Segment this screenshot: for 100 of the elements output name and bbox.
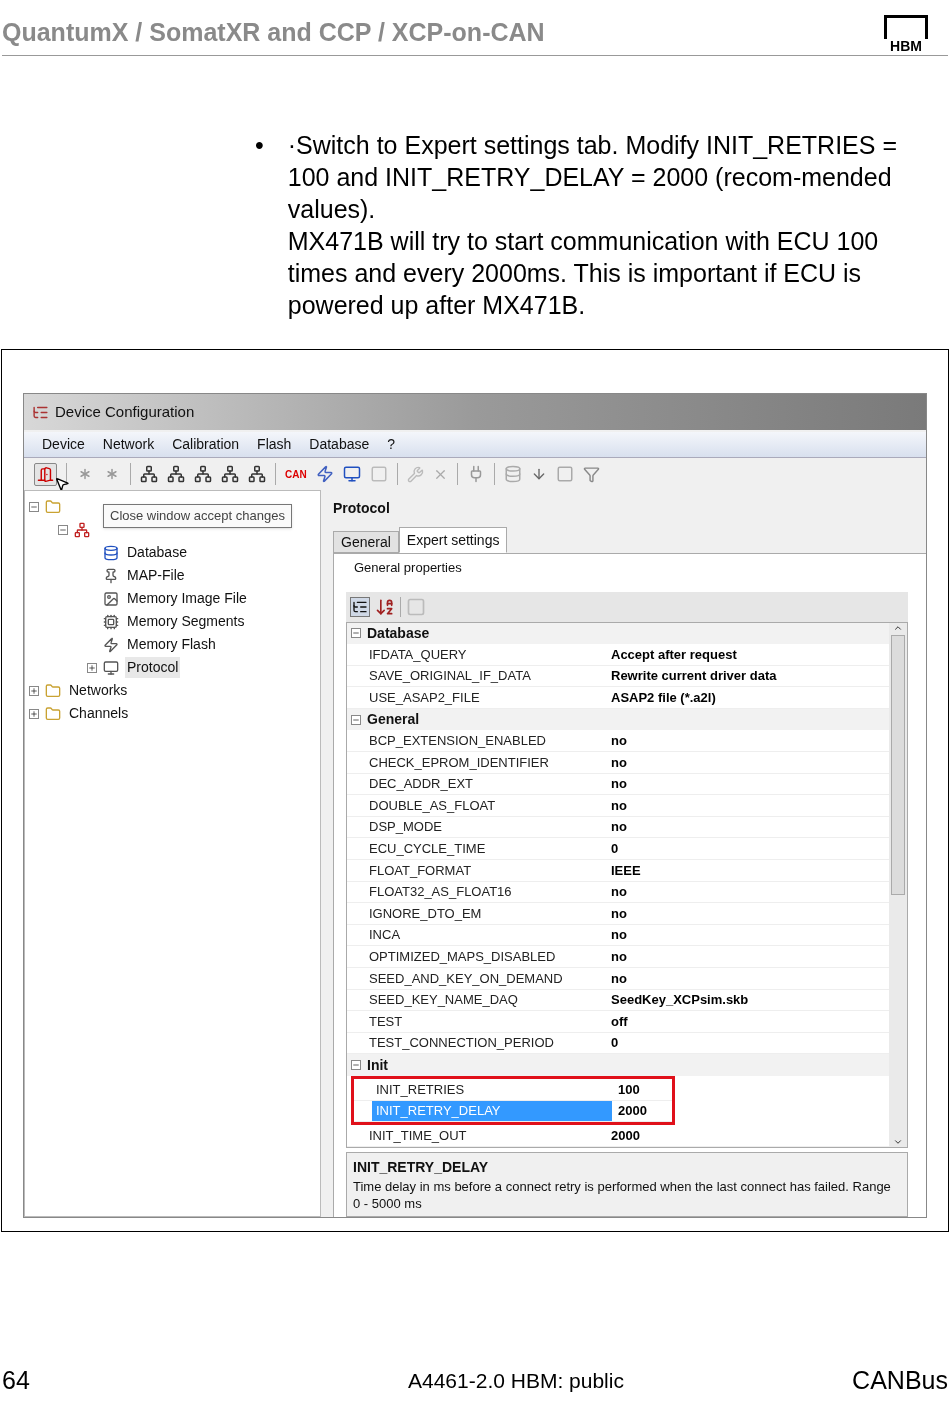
property-name[interactable]: INIT_RETRIES [372,1078,612,1100]
categorized-button[interactable] [350,596,370,617]
property-name[interactable]: SEED_AND_KEY_ON_DEMAND [365,968,605,989]
property-value[interactable]: no [605,946,627,967]
tab[interactable]: General [333,531,399,553]
tree-item[interactable]: Memory Image File [125,588,249,609]
image-icon [103,590,119,607]
category-label: General [367,710,420,730]
tree-item[interactable]: MAP-File [125,565,187,586]
property-value[interactable]: no [605,731,627,751]
menu-item[interactable]: Flash [257,434,292,455]
collapse-icon[interactable] [29,501,39,512]
property-name[interactable]: TEST [365,1011,605,1032]
property-name[interactable]: DOUBLE_AS_FLOAT [365,795,605,816]
tree-item[interactable]: Memory Flash [125,634,218,655]
menu-item[interactable]: ? [387,434,396,455]
property-value[interactable]: 100 [612,1079,640,1099]
network-icon[interactable] [194,465,212,483]
tree-item[interactable]: Memory Segments [125,611,247,632]
property-name[interactable]: ECU_CYCLE_TIME [365,838,605,860]
property-value[interactable]: Rewrite current driver data [605,666,777,686]
property-name[interactable]: BCP_EXTENSION_ENABLED [365,730,605,752]
expand-icon[interactable] [29,685,39,696]
expand-icon[interactable] [29,708,39,719]
section-name: CANBus [852,1365,948,1396]
property-value[interactable]: off [605,1011,628,1032]
property-value[interactable]: no [605,817,627,837]
monitor-icon [103,659,119,676]
property-value[interactable]: 2000 [612,1101,647,1121]
group-title: General properties [354,559,463,577]
property-value[interactable]: no [605,925,627,945]
database-icon [103,544,119,561]
category-label: Init [367,1055,388,1075]
property-name[interactable]: SAVE_ORIGINAL_IF_DATA [365,665,605,687]
network-icon[interactable] [167,465,185,483]
folder-icon [45,498,61,515]
collapse-icon[interactable] [351,1060,361,1071]
property-name[interactable]: TEST_CONNECTION_PERIOD [365,1032,605,1054]
property-value[interactable]: no [605,903,627,924]
property-value[interactable]: ASAP2 file (*.a2l) [605,687,716,708]
tree-item[interactable]: Database [125,542,189,563]
monitor-icon[interactable] [342,465,361,483]
property-value[interactable]: SeedKey_XCPsim.skb [605,990,749,1010]
expand-icon[interactable] [87,662,97,673]
property-value[interactable]: 0 [605,1033,619,1053]
property-name[interactable]: USE_ASAP2_FILE [365,687,605,708]
property-value[interactable]: no [605,774,627,794]
menu-item[interactable]: Device [42,434,85,455]
menu-item[interactable]: Database [309,434,370,455]
network-icon[interactable] [140,465,158,483]
property-value[interactable]: no [605,795,627,816]
header-title: QuantumX / SomatXR and CCP / XCP-on-CAN [2,16,545,48]
property-value[interactable]: Accept after request [605,644,737,665]
property-name[interactable]: FLOAT_FORMAT [365,860,605,881]
network-icon[interactable] [221,465,239,483]
property-name[interactable]: INCA [365,924,605,946]
network-icon [74,521,90,538]
pin-icon [103,567,119,584]
property-name[interactable]: IFDATA_QUERY [365,644,605,665]
tree-item[interactable]: Protocol [125,657,181,678]
document-id: A4461-2.0 HBM: public [408,1368,624,1394]
property-value[interactable]: no [605,882,627,902]
tree-item[interactable]: Channels [67,703,131,724]
tab[interactable]: Expert settings [398,527,508,553]
property-name[interactable]: SEED_KEY_NAME_DAQ [365,989,605,1011]
collapse-icon[interactable] [351,628,361,639]
tooltip: Close window accept changes [103,504,292,528]
property-value[interactable]: 2000 [605,1125,640,1146]
description-text: Time delay in ms before a connect retry is performed when the last connect has failed. Range 0 - 5000 ms [353,1177,892,1212]
paragraph: MX471B will try to start communication with ECU 100 times and every 2000ms. This is important if ECU is powered up after MX471B. [287,226,880,321]
scrollbar-thumb[interactable] [891,634,905,895]
menu-item[interactable]: Calibration [172,434,240,455]
lightning-icon [103,636,119,653]
property-name[interactable]: DSP_MODE [365,816,605,838]
property-name[interactable]: CHECK_EPROM_IDENTIFIER [365,752,605,773]
can-button[interactable]: CAN [285,466,307,482]
property-value[interactable]: no [605,968,627,989]
chip-icon [103,613,119,630]
property-name[interactable]: INIT_TIME_OUT [365,1125,605,1146]
folder-icon [45,705,61,722]
category-label: Database [367,623,430,643]
menu-item[interactable]: Network [102,434,155,455]
property-name[interactable]: DEC_ADDR_EXT [365,773,605,795]
collapse-icon[interactable] [351,714,361,725]
folder-icon [45,682,61,699]
paragraph: ·Switch to Expert settings tab. Modify INIT_RETRIES = 100 and INIT_RETRY_DELAY = 2000 (recom-mended values). [287,130,898,225]
property-value[interactable]: IEEE [605,860,641,881]
property-name[interactable]: OPTIMIZED_MAPS_DISABLED [365,946,605,967]
network-icon[interactable] [248,465,266,483]
description-title: INIT_RETRY_DELAY [353,1157,490,1177]
tree-item[interactable]: Networks [67,680,130,701]
lightning-icon[interactable] [315,465,334,483]
property-name[interactable]: IGNORE_DTO_EM [365,903,605,924]
window-title: Device Configuration [55,401,195,422]
collapse-icon[interactable] [58,524,68,535]
property-name[interactable]: FLOAT32_AS_FLOAT16 [365,881,605,903]
filter-icon[interactable] [582,465,600,483]
property-value[interactable]: no [605,752,627,773]
property-value[interactable]: 0 [605,839,619,859]
exit-button[interactable] [34,462,57,486]
